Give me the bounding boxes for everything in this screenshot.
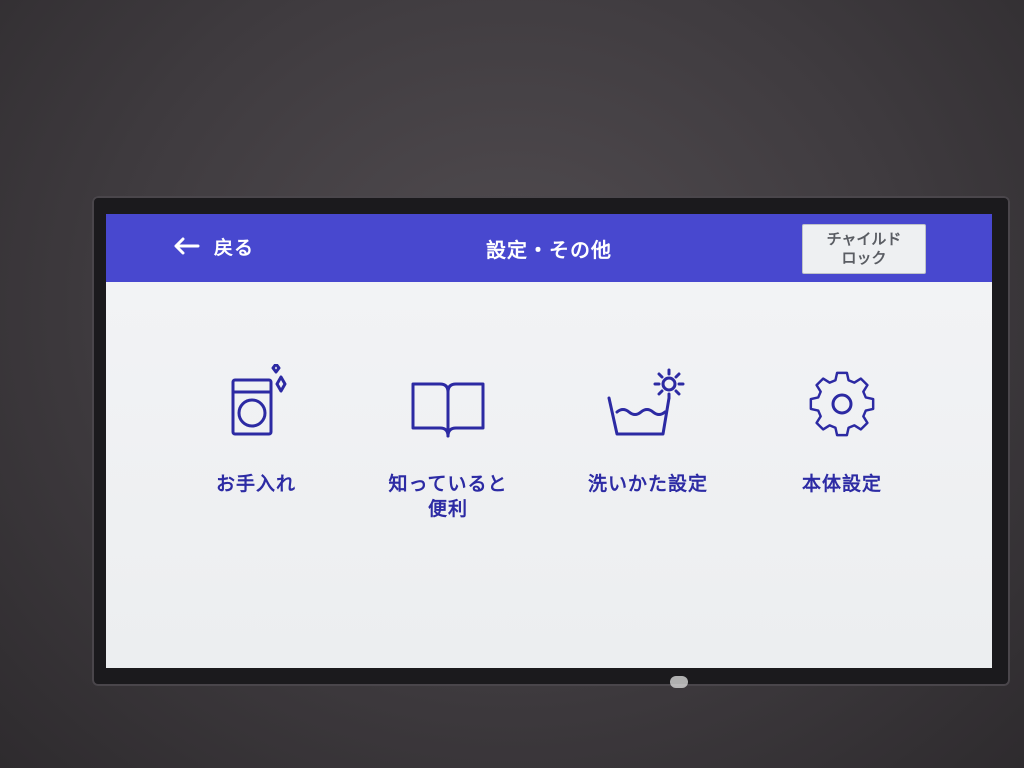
status-light <box>670 676 688 688</box>
child-lock-label-line1: チャイルド <box>826 230 902 248</box>
menu-label-care: お手入れ <box>215 473 296 495</box>
menu-item-care[interactable]: お手入れ <box>166 364 346 497</box>
menu-label-tips-line2: 便利 <box>427 498 468 520</box>
menu-label-tips: 知っていると 便利 <box>358 472 538 522</box>
menu-label-tips-line1: 知っていると <box>388 473 508 495</box>
washer-sparkle-icon <box>231 364 287 436</box>
wash-tub-gear-icon <box>607 368 685 436</box>
gear-icon <box>809 371 875 437</box>
menu-label-wash-settings: 洗いかた設定 <box>587 473 708 495</box>
menu-item-wash-settings[interactable]: 洗いかた設定 <box>558 364 738 497</box>
menu-label-device-settings: 本体設定 <box>801 473 882 495</box>
menu-item-tips[interactable]: 知っていると 便利 <box>358 364 538 522</box>
touch-screen: 戻る 設定・その他 チャイルド ロック お手入れ 知っていると 便利 洗いかた設… <box>106 214 992 668</box>
child-lock-button[interactable]: チャイルド ロック <box>802 224 926 274</box>
menu-item-device-settings[interactable]: 本体設定 <box>752 364 932 497</box>
open-book-icon <box>411 382 485 438</box>
settings-menu: お手入れ 知っていると 便利 洗いかた設定 本体設定 <box>106 364 992 564</box>
header-bar: 戻る 設定・その他 チャイルド ロック <box>106 214 992 282</box>
child-lock-label-line2: ロック <box>841 249 887 267</box>
